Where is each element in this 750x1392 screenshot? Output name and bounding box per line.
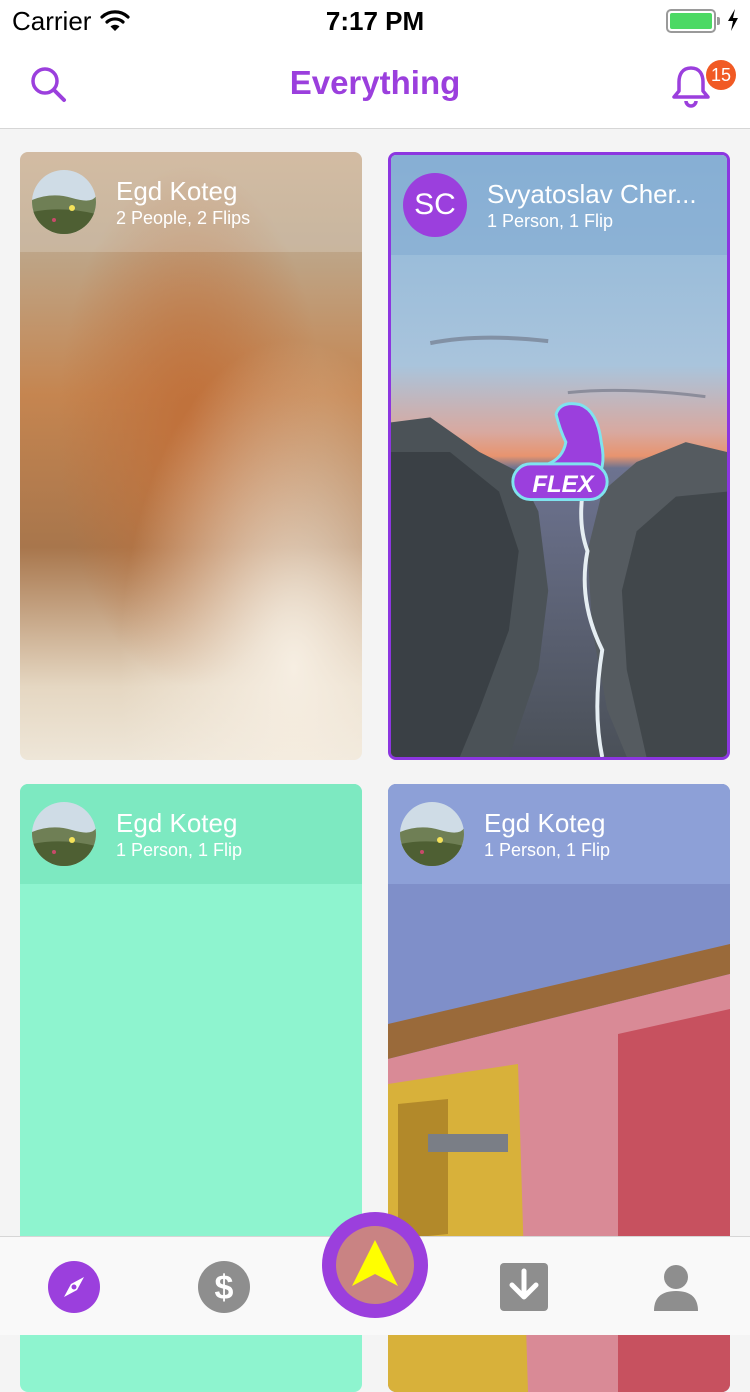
card-name: Svyatoslav Cher... bbox=[487, 179, 697, 209]
avatar bbox=[400, 802, 464, 866]
download-icon[interactable] bbox=[498, 1261, 550, 1313]
card-subtitle: 2 People, 2 Flips bbox=[116, 208, 251, 228]
avatar bbox=[32, 170, 96, 234]
card-subtitle: 1 Person, 1 Flip bbox=[116, 840, 243, 860]
card-header: Egd Koteg 1 Person, 1 Flip bbox=[388, 784, 730, 884]
card-name: Egd Koteg bbox=[116, 176, 238, 206]
nav-bar: Everything 15 bbox=[0, 40, 750, 129]
compass-icon[interactable] bbox=[48, 1261, 100, 1313]
flex-sticker: FLEX bbox=[532, 471, 594, 498]
battery-icon bbox=[666, 9, 720, 33]
card-name: Egd Koteg bbox=[484, 808, 606, 838]
page-title: Everything bbox=[289, 64, 461, 101]
card-header: Egd Koteg 1 Person, 1 Flip bbox=[20, 784, 362, 884]
avatar: SC bbox=[403, 173, 467, 237]
card-header: Egd Koteg 2 People, 2 Flips bbox=[20, 152, 362, 252]
status-time: 7:17 PM bbox=[325, 6, 425, 36]
dollar-icon[interactable]: $ bbox=[198, 1261, 250, 1313]
charging-icon bbox=[728, 9, 738, 31]
card-name: Egd Koteg bbox=[116, 808, 238, 838]
avatar bbox=[32, 802, 96, 866]
center-action-button[interactable] bbox=[322, 1212, 428, 1318]
card-subtitle: 1 Person, 1 Flip bbox=[484, 840, 611, 860]
svg-text:$: $ bbox=[215, 1269, 234, 1307]
profile-icon[interactable] bbox=[650, 1261, 702, 1313]
flip-card[interactable]: Egd Koteg 2 People, 2 Flips bbox=[20, 152, 362, 760]
card-subtitle: 1 Person, 1 Flip bbox=[487, 211, 614, 231]
notification-badge: 15 bbox=[706, 60, 736, 90]
card-header: SC Svyatoslav Cher... 1 Person, 1 Flip bbox=[391, 155, 727, 255]
status-bar: Carrier 7:17 PM bbox=[0, 0, 750, 40]
flip-card[interactable]: FLEX SC Svyatoslav Cher... 1 Person, 1 F… bbox=[388, 152, 730, 760]
upload-arrow-icon bbox=[352, 1240, 398, 1286]
